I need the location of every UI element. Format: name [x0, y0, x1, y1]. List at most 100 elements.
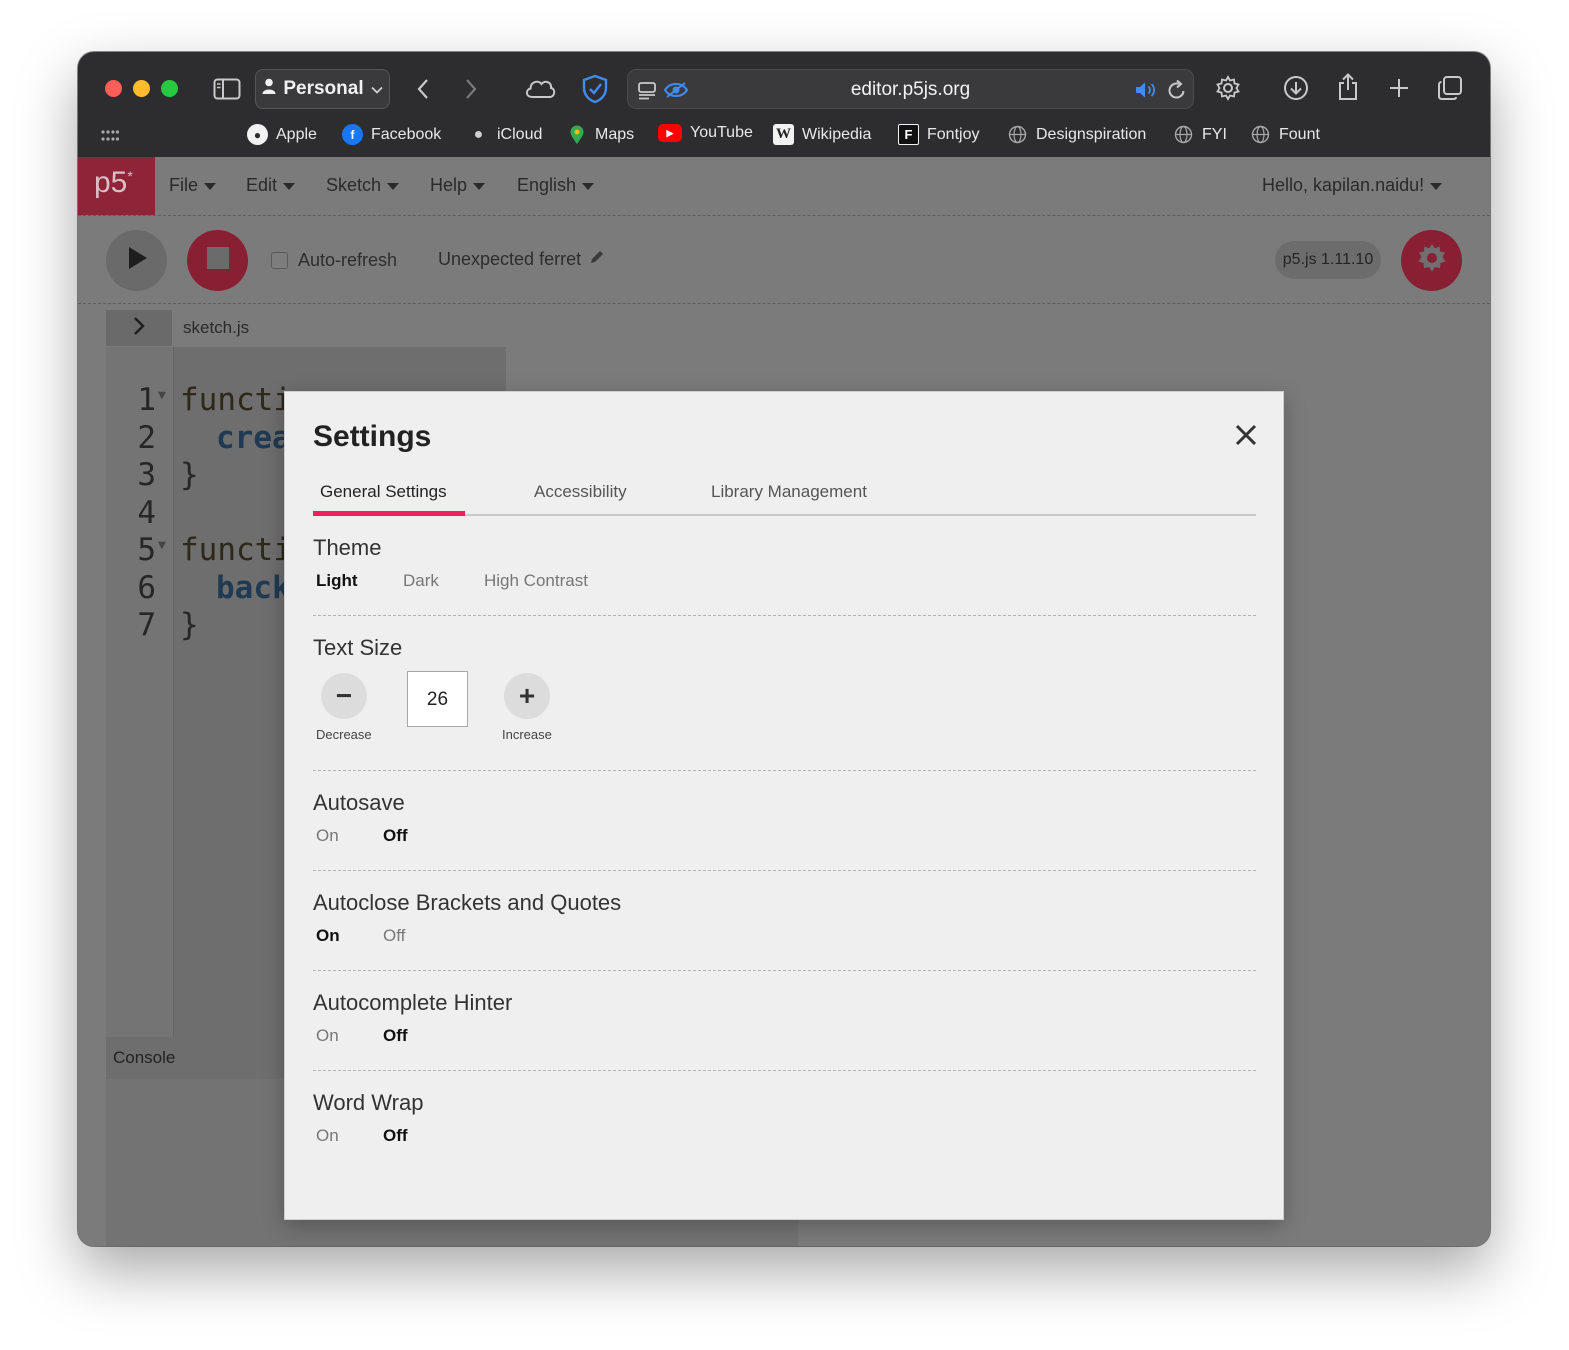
- theme-option-dark[interactable]: Dark: [403, 571, 439, 591]
- shield-icon[interactable]: [580, 73, 610, 105]
- caret-down-icon: [283, 183, 296, 190]
- close-button[interactable]: [1229, 420, 1263, 454]
- autosave-title: Autosave: [313, 790, 405, 815]
- caret-down-icon: [204, 183, 217, 190]
- profile-button[interactable]: Personal: [255, 69, 390, 109]
- modal-title: Settings: [313, 420, 432, 453]
- minimize-window-button[interactable]: [133, 80, 150, 97]
- menu-file[interactable]: File: [169, 175, 217, 196]
- sketch-name[interactable]: Unexpected ferret: [438, 249, 605, 270]
- url-text: editor.p5js.org: [850, 79, 971, 100]
- browser-toolbar: Personal editor.p5js.org ● Apple f Faceb…: [78, 52, 1490, 157]
- pencil-icon[interactable]: [589, 249, 605, 270]
- maps-icon: [566, 124, 587, 145]
- autocomplete-title: Autocomplete Hinter: [313, 990, 513, 1015]
- zoom-window-button[interactable]: [161, 80, 178, 97]
- address-bar[interactable]: editor.p5js.org: [627, 69, 1194, 109]
- auto-refresh-toggle[interactable]: Auto-refresh: [271, 250, 397, 271]
- tab-overview-icon[interactable]: [1436, 74, 1464, 102]
- back-icon[interactable]: [412, 76, 434, 102]
- autocomplete-on[interactable]: On: [316, 1026, 339, 1046]
- speaker-icon[interactable]: [1133, 79, 1159, 101]
- version-badge[interactable]: p5.js 1.11.10: [1275, 241, 1381, 279]
- section-divider: [313, 615, 1256, 616]
- word-wrap-on[interactable]: On: [316, 1126, 339, 1146]
- fold-arrow-icon[interactable]: ▼: [158, 388, 166, 403]
- reload-icon[interactable]: [1166, 79, 1188, 101]
- p5-editor: p5* File Edit Sketch Help English Hello,…: [78, 157, 1490, 1246]
- menu-language[interactable]: English: [517, 175, 595, 196]
- autosave-off[interactable]: Off: [383, 826, 408, 846]
- text-size-section: Text Size − 26 + Decrease Increase: [313, 635, 1256, 755]
- favorite-facebook[interactable]: f Facebook: [342, 124, 441, 145]
- increase-button[interactable]: +: [504, 673, 550, 719]
- theme-title: Theme: [313, 535, 382, 560]
- menu-edit[interactable]: Edit: [246, 175, 296, 196]
- favorite-youtube[interactable]: ▶ YouTube: [658, 124, 753, 142]
- user-menu[interactable]: Hello, kapilan.naidu!: [1262, 175, 1443, 196]
- menu-sketch[interactable]: Sketch: [326, 175, 400, 196]
- favorite-designspiration[interactable]: Designspiration: [1007, 124, 1146, 145]
- tab-general-settings[interactable]: General Settings: [320, 482, 447, 502]
- decrease-button[interactable]: −: [321, 673, 367, 719]
- share-icon[interactable]: [1334, 72, 1362, 102]
- word-wrap-section: Word Wrap On Off: [313, 1090, 1256, 1160]
- autoclose-off[interactable]: Off: [383, 926, 405, 946]
- stop-button[interactable]: [187, 230, 248, 291]
- file-tab[interactable]: sketch.js: [183, 318, 249, 338]
- favorites-bar: ● Apple f Facebook ● iCloud Maps ▶ YouTu…: [78, 122, 1490, 152]
- section-divider: [313, 770, 1256, 771]
- person-icon: [262, 78, 276, 100]
- word-wrap-off[interactable]: Off: [383, 1126, 408, 1146]
- decrease-caption: Decrease: [316, 727, 372, 742]
- fold-arrow-icon[interactable]: ▼: [158, 538, 166, 553]
- sidebar-toggle-icon[interactable]: [212, 76, 242, 102]
- p5-logo[interactable]: p5*: [78, 157, 155, 215]
- autoclose-section: Autoclose Brackets and Quotes On Off: [313, 890, 1256, 960]
- globe-icon: [1173, 124, 1194, 145]
- menu-help[interactable]: Help: [430, 175, 486, 196]
- close-icon: [1235, 424, 1257, 451]
- play-button[interactable]: [106, 230, 167, 291]
- autosave-section: Autosave On Off: [313, 790, 1256, 860]
- header-divider: [78, 215, 1490, 216]
- autocomplete-off[interactable]: Off: [383, 1026, 408, 1046]
- favorite-fount[interactable]: Fount: [1250, 124, 1320, 145]
- theme-option-light[interactable]: Light: [316, 571, 358, 591]
- theme-option-high-contrast[interactable]: High Contrast: [484, 571, 588, 591]
- autosave-on[interactable]: On: [316, 826, 339, 846]
- chevron-right-icon: [132, 316, 146, 341]
- profile-label: Personal: [283, 78, 364, 99]
- tab-library-management[interactable]: Library Management: [711, 482, 867, 502]
- gear-icon[interactable]: [1214, 74, 1242, 102]
- downloads-icon[interactable]: [1282, 74, 1310, 102]
- favorite-fontjoy[interactable]: F Fontjoy: [898, 124, 979, 145]
- chevron-down-icon: [370, 78, 383, 100]
- forward-icon[interactable]: [460, 76, 482, 102]
- favorite-icloud[interactable]: ● iCloud: [468, 124, 543, 145]
- favorite-wikipedia[interactable]: W Wikipedia: [773, 124, 871, 145]
- icloud-icon: ●: [473, 125, 484, 143]
- favorite-fyi[interactable]: FYI: [1173, 124, 1227, 145]
- tab-accessibility[interactable]: Accessibility: [534, 482, 627, 502]
- minus-icon: −: [335, 680, 353, 711]
- file-panel-toggle[interactable]: [106, 310, 172, 346]
- wikipedia-icon: W: [773, 124, 794, 145]
- increase-caption: Increase: [502, 727, 552, 742]
- close-window-button[interactable]: [105, 80, 122, 97]
- cloud-icon[interactable]: [524, 74, 556, 102]
- new-tab-icon[interactable]: [1386, 75, 1412, 101]
- apple-icon: ●: [247, 124, 268, 145]
- text-size-input[interactable]: 26: [407, 671, 468, 727]
- stop-icon: [206, 246, 230, 275]
- grid-apps-icon[interactable]: [100, 126, 120, 146]
- settings-button[interactable]: [1401, 230, 1462, 291]
- globe-icon: [1250, 124, 1271, 145]
- settings-modal: Settings General Settings Accessibility …: [284, 391, 1284, 1220]
- text-size-title: Text Size: [313, 635, 403, 660]
- favorite-apple[interactable]: ● Apple: [247, 124, 317, 145]
- autoclose-on[interactable]: On: [316, 926, 340, 946]
- favorite-maps[interactable]: Maps: [566, 124, 634, 145]
- settings-tabs: General Settings Accessibility Library M…: [313, 468, 1256, 516]
- auto-refresh-checkbox[interactable]: [271, 252, 288, 269]
